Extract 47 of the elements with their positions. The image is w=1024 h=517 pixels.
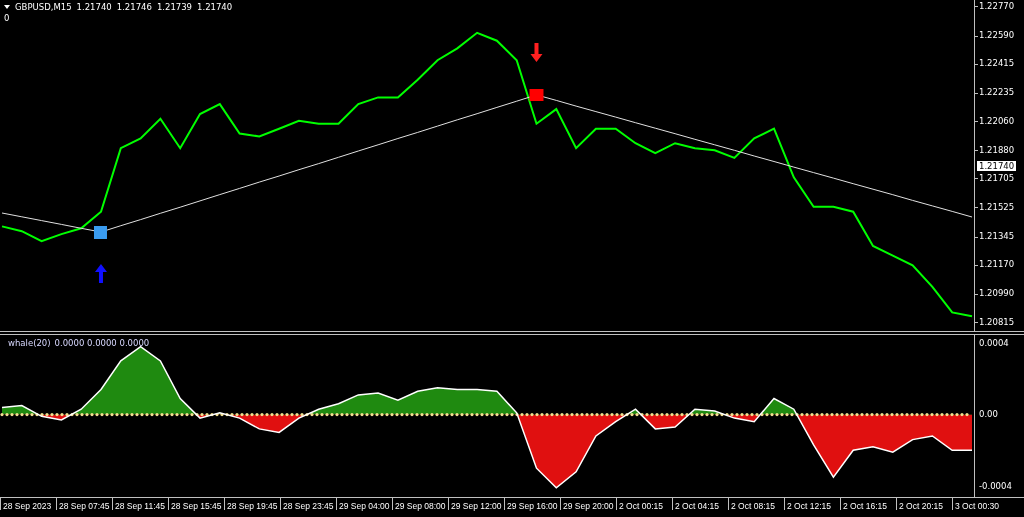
header-value: 0 <box>4 13 11 23</box>
time-label: 28 Sep 19:45 <box>224 498 280 510</box>
time-label: 29 Sep 16:00 <box>504 498 560 510</box>
indicator-name: whale(20) <box>8 338 51 348</box>
time-label: 28 Sep 11:45 <box>112 498 168 510</box>
price-tick-label: 1.21525 <box>979 201 1015 213</box>
quote-value: 1.21740 <box>197 2 233 12</box>
price-tick-label: 1.22235 <box>979 87 1015 99</box>
time-label: 28 Sep 15:45 <box>168 498 224 510</box>
price-tick-label: 1.22770 <box>979 0 1015 12</box>
price-tick-label: 1.21170 <box>979 259 1015 271</box>
up-arrow-icon <box>95 264 107 283</box>
time-label: 29 Sep 12:00 <box>448 498 504 510</box>
time-label: 2 Oct 16:15 <box>840 498 896 510</box>
price-tick-label: 1.20990 <box>979 288 1015 300</box>
price-tick-label: 1.20815 <box>979 316 1015 328</box>
time-label: 3 Oct 00:30 <box>952 498 1008 510</box>
time-label: 29 Sep 08:00 <box>392 498 448 510</box>
time-label: 28 Sep 23:45 <box>280 498 336 510</box>
down-arrow-icon <box>530 43 543 62</box>
quote-value: 1.21746 <box>116 2 152 12</box>
time-label: 2 Oct 00:15 <box>616 498 672 510</box>
price-tick-label: 1.21705 <box>979 172 1015 184</box>
quote-value: 1.21740 <box>76 2 112 12</box>
square-marker-icon <box>94 226 107 239</box>
time-label: 2 Oct 04:15 <box>672 498 728 510</box>
time-label: 29 Sep 20:00 <box>560 498 616 510</box>
time-label: 28 Sep 2023 <box>0 498 56 510</box>
price-tick-label: 1.21345 <box>979 231 1015 243</box>
quote-value: 1.21739 <box>156 2 193 12</box>
price-tick-label: 1.22060 <box>979 115 1015 127</box>
current-price-label: 1.21740 <box>977 160 1017 171</box>
indicator-tick-label: -0.0004 <box>979 480 1012 492</box>
square-marker-icon <box>529 89 544 101</box>
indicator-tick-label: 0.0004 <box>979 337 1009 349</box>
time-label: 29 Sep 04:00 <box>336 498 392 510</box>
time-label: 2 Oct 12:15 <box>784 498 840 510</box>
price-tick-label: 1.22590 <box>979 30 1015 41</box>
price-tick-label: 1.21880 <box>979 144 1015 156</box>
caret-icon[interactable] <box>4 5 10 9</box>
time-label: 2 Oct 08:15 <box>728 498 784 510</box>
time-label: 28 Sep 07:45 <box>56 498 112 510</box>
price-tick-label: 1.22415 <box>979 58 1015 70</box>
symbol-label: GBPUSD,M15 <box>15 2 72 12</box>
indicator-values: 0.0000 0.0000 0.0000 <box>54 338 150 348</box>
time-label: 2 Oct 20:15 <box>896 498 952 510</box>
indicator-tick-label: 0.00 <box>979 409 998 421</box>
